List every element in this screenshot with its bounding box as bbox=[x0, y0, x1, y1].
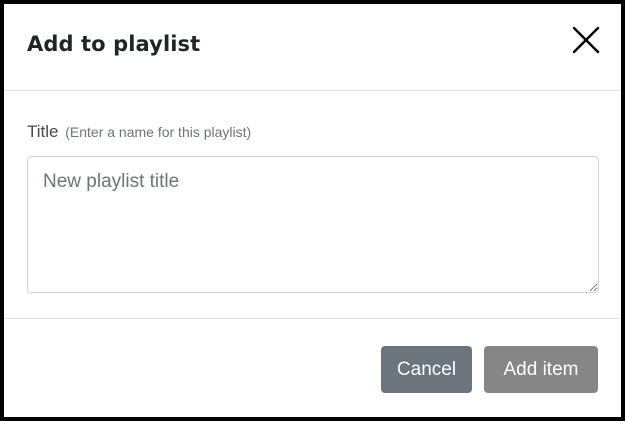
title-label-text: Title bbox=[27, 122, 59, 141]
dialog-body: Title (Enter a name for this playlist) bbox=[4, 91, 621, 318]
add-to-playlist-dialog: Add to playlist Title (Enter a name for … bbox=[0, 0, 625, 421]
dialog-title: Add to playlist bbox=[27, 32, 201, 56]
title-hint: (Enter a name for this playlist) bbox=[65, 124, 252, 140]
dialog-header: Add to playlist bbox=[4, 4, 621, 91]
playlist-title-input[interactable] bbox=[27, 156, 599, 293]
add-item-button[interactable]: Add item bbox=[484, 346, 598, 393]
title-field-label: Title (Enter a name for this playlist) bbox=[27, 121, 251, 143]
close-icon bbox=[570, 24, 602, 56]
close-button[interactable] bbox=[570, 24, 602, 56]
dialog-footer: Cancel Add item bbox=[4, 318, 621, 421]
cancel-button[interactable]: Cancel bbox=[381, 346, 472, 393]
